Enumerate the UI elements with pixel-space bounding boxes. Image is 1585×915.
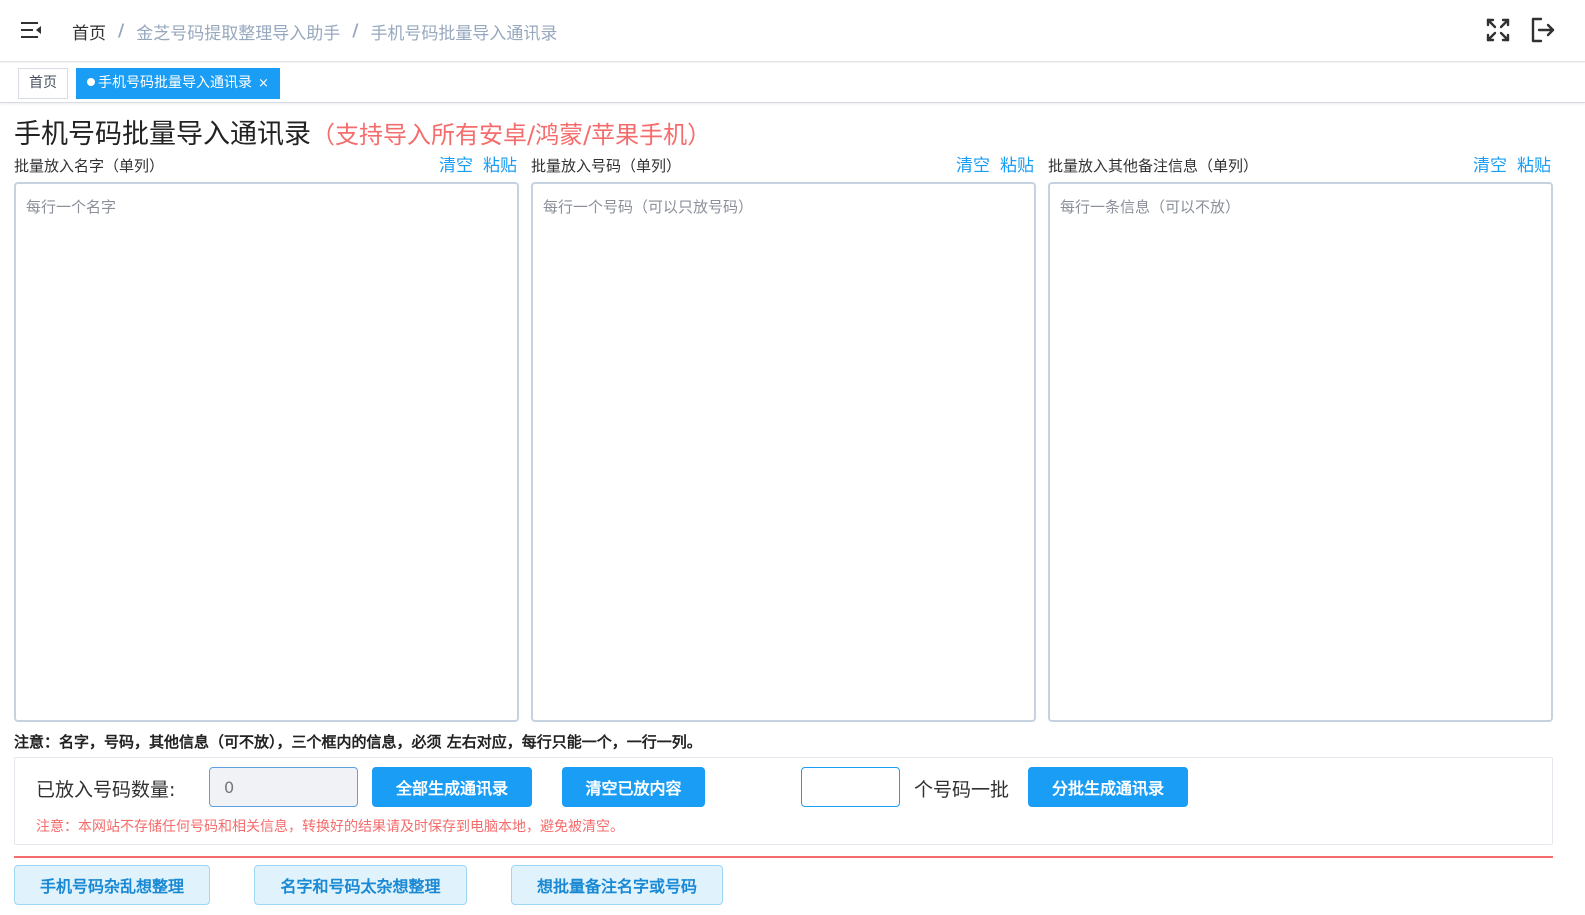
notes-clear-button[interactable]: 清空: [1473, 156, 1507, 176]
page-title-sub: （支持导入所有安卓/鸿蒙/苹果手机）: [311, 121, 712, 149]
page-title-main: 手机号码批量导入通讯录: [14, 119, 311, 150]
generate-all-button[interactable]: 全部生成通讯录: [372, 767, 532, 807]
tag-home-label: 首页: [29, 75, 57, 91]
alignment-notice: 注意：名字，号码，其他信息（可不放），三个框内的信息，必须 左右对应，每行只能一…: [14, 733, 702, 751]
notes-paste-button[interactable]: 粘贴: [1517, 156, 1551, 176]
tags-view: 首页 手机号码批量导入通讯录 ×: [0, 63, 1585, 103]
count-input: [209, 767, 358, 807]
breadcrumb-separator: /: [118, 21, 125, 41]
names-clear-button[interactable]: 清空: [439, 156, 473, 176]
top-navbar: 首页 / 金芝号码提取整理导入助手 / 手机号码批量导入通讯录: [0, 0, 1585, 62]
tag-active[interactable]: 手机号码批量导入通讯录 ×: [76, 68, 280, 99]
numbers-clear-button[interactable]: 清空: [956, 156, 990, 176]
action-panel: 已放入号码数量: 全部生成通讯录 清空已放内容 个号码一批 分批生成通讯录 注意…: [14, 757, 1553, 845]
breadcrumb: 首页 / 金芝号码提取整理导入助手 / 手机号码批量导入通讯录: [72, 19, 558, 44]
names-paste-button[interactable]: 粘贴: [483, 156, 517, 176]
numbers-textarea[interactable]: [531, 182, 1036, 722]
numbers-actions: 清空 粘贴: [946, 151, 1034, 176]
breadcrumb-separator: /: [352, 21, 359, 41]
numbers-paste-button[interactable]: 粘贴: [1000, 156, 1034, 176]
names-label: 批量放入名字（单列）: [14, 157, 165, 175]
numbers-label: 批量放入号码（单列）: [531, 157, 682, 175]
logout-icon[interactable]: [1530, 17, 1556, 43]
tidy-numbers-button[interactable]: 手机号码杂乱想整理: [14, 865, 210, 905]
batch-label: 个号码一批: [914, 779, 1010, 801]
notes-label: 批量放入其他备注信息（单列）: [1048, 157, 1259, 175]
active-dot-icon: [87, 78, 95, 86]
hamburger-icon[interactable]: [20, 19, 42, 41]
breadcrumb-helper[interactable]: 金芝号码提取整理导入助手: [136, 19, 340, 44]
clear-all-button[interactable]: 清空已放内容: [562, 767, 705, 807]
breadcrumb-home[interactable]: 首页: [72, 19, 106, 44]
breadcrumb-current: 手机号码批量导入通讯录: [370, 23, 558, 44]
batch-remark-button[interactable]: 想批量备注名字或号码: [511, 865, 723, 905]
storage-warning: 注意：本网站不存储任何号码和相关信息，转换好的结果请及时保存到电脑本地，避免被清…: [36, 819, 624, 835]
generate-batch-button[interactable]: 分批生成通讯录: [1028, 767, 1188, 807]
count-label: 已放入号码数量:: [36, 779, 176, 801]
close-icon[interactable]: ×: [258, 76, 269, 91]
names-textarea[interactable]: [14, 182, 519, 722]
tidy-names-numbers-button[interactable]: 名字和号码太杂想整理: [254, 865, 467, 905]
names-actions: 清空 粘贴: [429, 151, 517, 176]
tag-active-label: 手机号码批量导入通讯录: [98, 75, 252, 91]
batch-size-input[interactable]: [801, 767, 900, 807]
divider: [14, 856, 1553, 858]
notes-textarea[interactable]: [1048, 182, 1553, 722]
notes-actions: 清空 粘贴: [1463, 151, 1551, 176]
tag-home[interactable]: 首页: [18, 68, 68, 99]
fullscreen-icon[interactable]: [1485, 17, 1511, 43]
page-title: 手机号码批量导入通讯录（支持导入所有安卓/鸿蒙/苹果手机）: [14, 112, 711, 151]
